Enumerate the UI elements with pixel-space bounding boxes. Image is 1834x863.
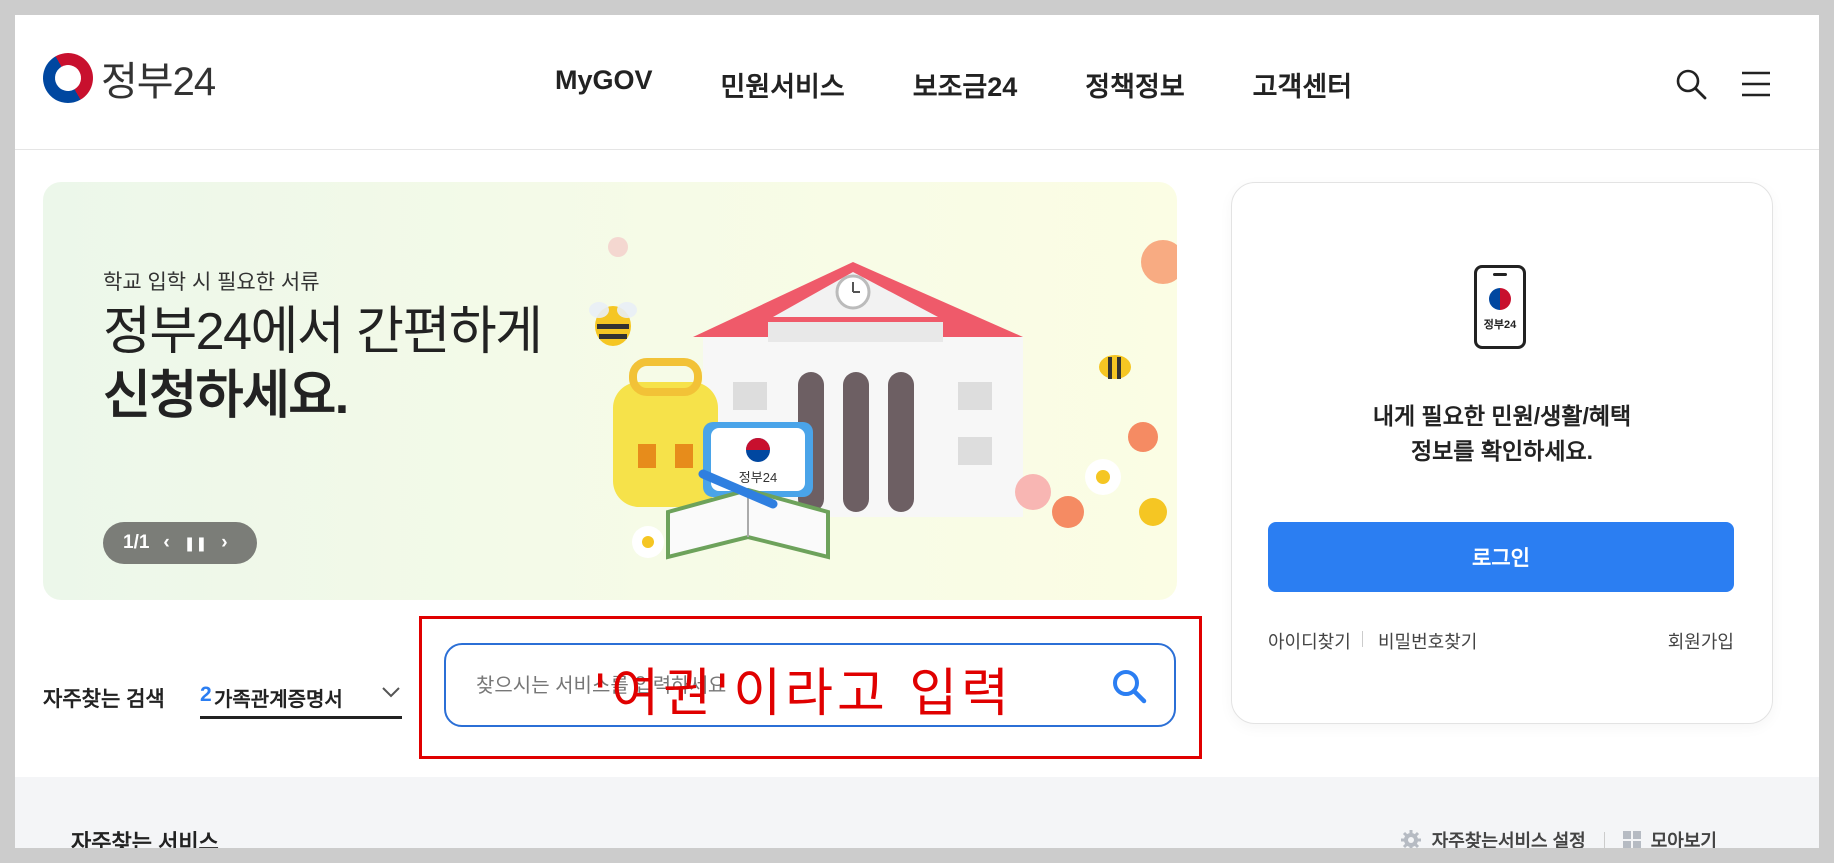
mobile-phone-icon: 정부24 [1474,265,1526,349]
login-message-line1: 내게 필요한 민원/생활/혜택 [1372,403,1632,429]
site-logo[interactable]: 정부24 [33,43,216,113]
frequent-services-settings-link[interactable]: 자주찾는서비스 설정 [1432,827,1586,848]
login-card: 정부24 내게 필요한 민원/생활/혜택 정보를 확인하세요. 로그인 아이디찾… [1231,182,1773,724]
search-icon[interactable] [1674,67,1708,101]
frequent-services-section: 자주찾는 서비스 자주찾는서비스 설정 모아보기 [15,777,1819,848]
nav-civil-service[interactable]: 민원서비스 [721,65,845,104]
nav-subsidy24[interactable]: 보조금24 [913,65,1018,104]
school-illustration: 정부24 [608,237,1177,560]
page-frame: 정부24 MyGOV 민원서비스 보조금24 정책정보 고객센터 학교 입학 시… [15,15,1819,848]
taegeuk-logo-icon [33,43,103,113]
banner-headline-line2: 신청하세요. [103,367,349,425]
next-arrow-icon[interactable]: › [221,532,227,554]
search-input[interactable] [474,665,1078,707]
login-button[interactable]: 로그인 [1268,522,1734,592]
main-nav: MyGOV 민원서비스 보조금24 정책정보 고객센터 [555,65,1420,104]
find-password-link[interactable]: 비밀번호찾기 [1378,628,1477,654]
link-divider [1362,631,1363,647]
nav-policy-info[interactable]: 정책정보 [1085,65,1184,104]
frequent-services-controls: 자주찾는서비스 설정 모아보기 [1400,827,1717,848]
logo-text: 정부24 [101,60,216,104]
taegeuk-small-icon [1489,288,1511,310]
promo-banner[interactable]: 학교 입학 시 필요한 서류 정부24에서 간편하게 신청하세요. 1/1 ‹ … [43,182,1177,600]
bee-icon [589,302,637,346]
search-submit-icon[interactable] [1110,667,1148,705]
prev-arrow-icon[interactable]: ‹ [163,532,169,554]
frequent-search-label: 자주찾는 검색 [43,688,165,711]
controls-divider [1603,832,1605,848]
search-box [444,643,1176,727]
find-id-link[interactable]: 아이디찾기 [1268,628,1351,654]
nav-customer-center[interactable]: 고객센터 [1253,65,1352,104]
banner-pager: 1/1 ‹ ❚❚ › [103,522,257,564]
signup-link[interactable]: 회원가입 [1668,628,1734,654]
nav-mygov[interactable]: MyGOV [555,65,653,104]
frequent-services-title: 자주찾는 서비스 [71,830,219,848]
banner-headline-line1: 정부24에서 간편하게 [103,303,543,361]
frequent-search-rank: 2 [200,683,212,706]
sign-board-label: 정부24 [739,470,777,485]
menu-icon[interactable] [1739,67,1773,101]
site-header: 정부24 MyGOV 민원서비스 보조금24 정책정보 고객센터 [15,15,1819,150]
pause-icon[interactable]: ❚❚ [184,535,207,552]
login-message: 내게 필요한 민원/생활/혜택 정보를 확인하세요. [1232,399,1772,469]
pager-count: 1/1 [123,532,150,553]
gear-icon[interactable] [1400,829,1422,848]
phone-label: 정부24 [1483,319,1517,331]
banner-subtitle: 학교 입학 시 필요한 서류 [103,271,320,294]
frequent-search-dropdown[interactable]: 2 가족관계증명서 [200,677,402,719]
banner-headline: 정부24에서 간편하게 신청하세요. [103,300,543,428]
frequent-search-term: 가족관계증명서 [214,689,343,711]
gather-view-link[interactable]: 모아보기 [1651,827,1717,848]
chevron-down-icon[interactable] [380,681,402,703]
grid-view-icon[interactable] [1622,831,1641,848]
login-message-line2: 정보를 확인하세요. [1410,438,1594,464]
